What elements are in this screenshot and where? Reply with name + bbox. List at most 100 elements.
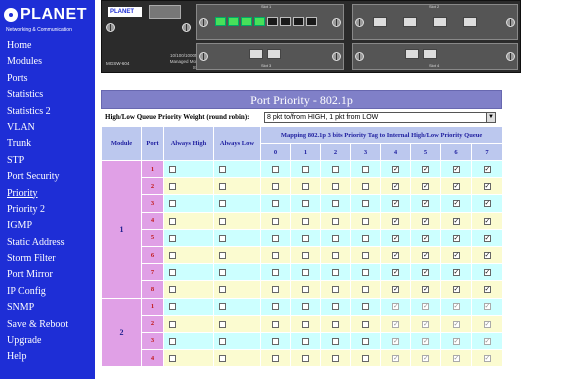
always-high-checkbox[interactable]: [169, 183, 176, 191]
always-low-checkbox[interactable]: [219, 234, 226, 242]
tag-2-checkbox[interactable]: [332, 200, 339, 208]
always-low-checkbox[interactable]: [219, 303, 226, 311]
tag-0-checkbox[interactable]: [272, 165, 279, 173]
sidebar-item-ip-config[interactable]: IP Config: [7, 284, 68, 300]
always-high-checkbox[interactable]: [169, 234, 176, 242]
dropdown-arrow-icon[interactable]: ▼: [486, 113, 495, 122]
always-high-checkbox[interactable]: [169, 320, 176, 328]
always-high-checkbox[interactable]: [169, 269, 176, 277]
tag-4-checkbox[interactable]: [392, 181, 399, 191]
tag-6-checkbox[interactable]: [452, 216, 460, 226]
tag-5-checkbox[interactable]: [422, 181, 429, 191]
tag-5-checkbox[interactable]: [422, 301, 429, 311]
tag-4-checkbox[interactable]: [392, 319, 399, 329]
tag-1-checkbox[interactable]: [302, 286, 309, 294]
tag-7-checkbox[interactable]: [483, 336, 491, 346]
tag-3-checkbox[interactable]: [362, 234, 369, 242]
tag-1-checkbox[interactable]: [302, 303, 309, 311]
always-high-checkbox[interactable]: [169, 337, 176, 345]
tag-4-checkbox[interactable]: [392, 301, 399, 311]
sidebar-item-port-security[interactable]: Port Security: [7, 169, 68, 185]
tag-2-checkbox[interactable]: [332, 217, 339, 225]
tag-7-checkbox[interactable]: [483, 198, 491, 208]
tag-1-checkbox[interactable]: [302, 269, 309, 277]
tag-1-checkbox[interactable]: [302, 337, 309, 345]
tag-0-checkbox[interactable]: [272, 355, 279, 363]
sidebar-item-priority[interactable]: Priority: [7, 186, 68, 202]
tag-6-checkbox[interactable]: [452, 336, 460, 346]
tag-4-checkbox[interactable]: [392, 250, 399, 260]
always-low-checkbox[interactable]: [219, 183, 226, 191]
tag-1-checkbox[interactable]: [302, 165, 309, 173]
sidebar-item-home[interactable]: Home: [7, 38, 68, 54]
always-high-checkbox[interactable]: [169, 303, 176, 311]
weight-select[interactable]: 8 pkt to/from HIGH, 1 pkt from LOW ▼: [264, 112, 496, 123]
tag-7-checkbox[interactable]: [483, 181, 491, 191]
tag-3-checkbox[interactable]: [362, 217, 369, 225]
always-low-checkbox[interactable]: [219, 337, 226, 345]
always-low-checkbox[interactable]: [219, 217, 226, 225]
tag-6-checkbox[interactable]: [452, 267, 460, 277]
tag-2-checkbox[interactable]: [332, 337, 339, 345]
tag-3-checkbox[interactable]: [362, 355, 369, 363]
always-low-checkbox[interactable]: [219, 251, 226, 259]
tag-4-checkbox[interactable]: [392, 267, 399, 277]
tag-4-checkbox[interactable]: [392, 284, 399, 294]
tag-5-checkbox[interactable]: [422, 267, 429, 277]
always-low-checkbox[interactable]: [219, 269, 226, 277]
tag-7-checkbox[interactable]: [483, 164, 491, 174]
tag-5-checkbox[interactable]: [422, 336, 429, 346]
tag-6-checkbox[interactable]: [452, 319, 460, 329]
sidebar-item-vlan[interactable]: VLAN: [7, 120, 68, 136]
sidebar-item-static-address[interactable]: Static Address: [7, 235, 68, 251]
tag-6-checkbox[interactable]: [452, 250, 460, 260]
always-high-checkbox[interactable]: [169, 355, 176, 363]
tag-0-checkbox[interactable]: [272, 200, 279, 208]
tag-7-checkbox[interactable]: [483, 319, 491, 329]
always-low-checkbox[interactable]: [219, 355, 226, 363]
always-low-checkbox[interactable]: [219, 320, 226, 328]
tag-2-checkbox[interactable]: [332, 286, 339, 294]
sidebar-item-ports[interactable]: Ports: [7, 71, 68, 87]
tag-7-checkbox[interactable]: [483, 233, 491, 243]
sidebar-item-statistics[interactable]: Statistics: [7, 87, 68, 103]
sidebar-item-statistics-2[interactable]: Statistics 2: [7, 104, 68, 120]
tag-6-checkbox[interactable]: [452, 301, 460, 311]
tag-4-checkbox[interactable]: [392, 216, 399, 226]
tag-7-checkbox[interactable]: [483, 250, 491, 260]
sidebar-item-help[interactable]: Help: [7, 349, 68, 365]
tag-7-checkbox[interactable]: [483, 353, 491, 363]
sidebar-item-snmp[interactable]: SNMP: [7, 300, 68, 316]
tag-2-checkbox[interactable]: [332, 269, 339, 277]
tag-1-checkbox[interactable]: [302, 320, 309, 328]
tag-6-checkbox[interactable]: [452, 284, 460, 294]
tag-2-checkbox[interactable]: [332, 234, 339, 242]
tag-2-checkbox[interactable]: [332, 251, 339, 259]
tag-0-checkbox[interactable]: [272, 251, 279, 259]
tag-3-checkbox[interactable]: [362, 200, 369, 208]
tag-2-checkbox[interactable]: [332, 183, 339, 191]
tag-0-checkbox[interactable]: [272, 183, 279, 191]
sidebar-item-trunk[interactable]: Trunk: [7, 136, 68, 152]
tag-3-checkbox[interactable]: [362, 286, 369, 294]
tag-5-checkbox[interactable]: [422, 284, 429, 294]
tag-3-checkbox[interactable]: [362, 303, 369, 311]
always-low-checkbox[interactable]: [219, 165, 226, 173]
tag-6-checkbox[interactable]: [452, 198, 460, 208]
tag-5-checkbox[interactable]: [422, 164, 429, 174]
tag-0-checkbox[interactable]: [272, 217, 279, 225]
always-high-checkbox[interactable]: [169, 251, 176, 259]
tag-1-checkbox[interactable]: [302, 234, 309, 242]
tag-7-checkbox[interactable]: [483, 216, 491, 226]
tag-5-checkbox[interactable]: [422, 233, 429, 243]
sidebar-item-save-reboot[interactable]: Save & Reboot: [7, 317, 68, 333]
tag-0-checkbox[interactable]: [272, 286, 279, 294]
sidebar-item-modules[interactable]: Modules: [7, 54, 68, 70]
sidebar-item-upgrade[interactable]: Upgrade: [7, 333, 68, 349]
tag-4-checkbox[interactable]: [392, 233, 399, 243]
tag-1-checkbox[interactable]: [302, 183, 309, 191]
tag-0-checkbox[interactable]: [272, 234, 279, 242]
tag-4-checkbox[interactable]: [392, 336, 399, 346]
tag-4-checkbox[interactable]: [392, 164, 399, 174]
tag-3-checkbox[interactable]: [362, 251, 369, 259]
